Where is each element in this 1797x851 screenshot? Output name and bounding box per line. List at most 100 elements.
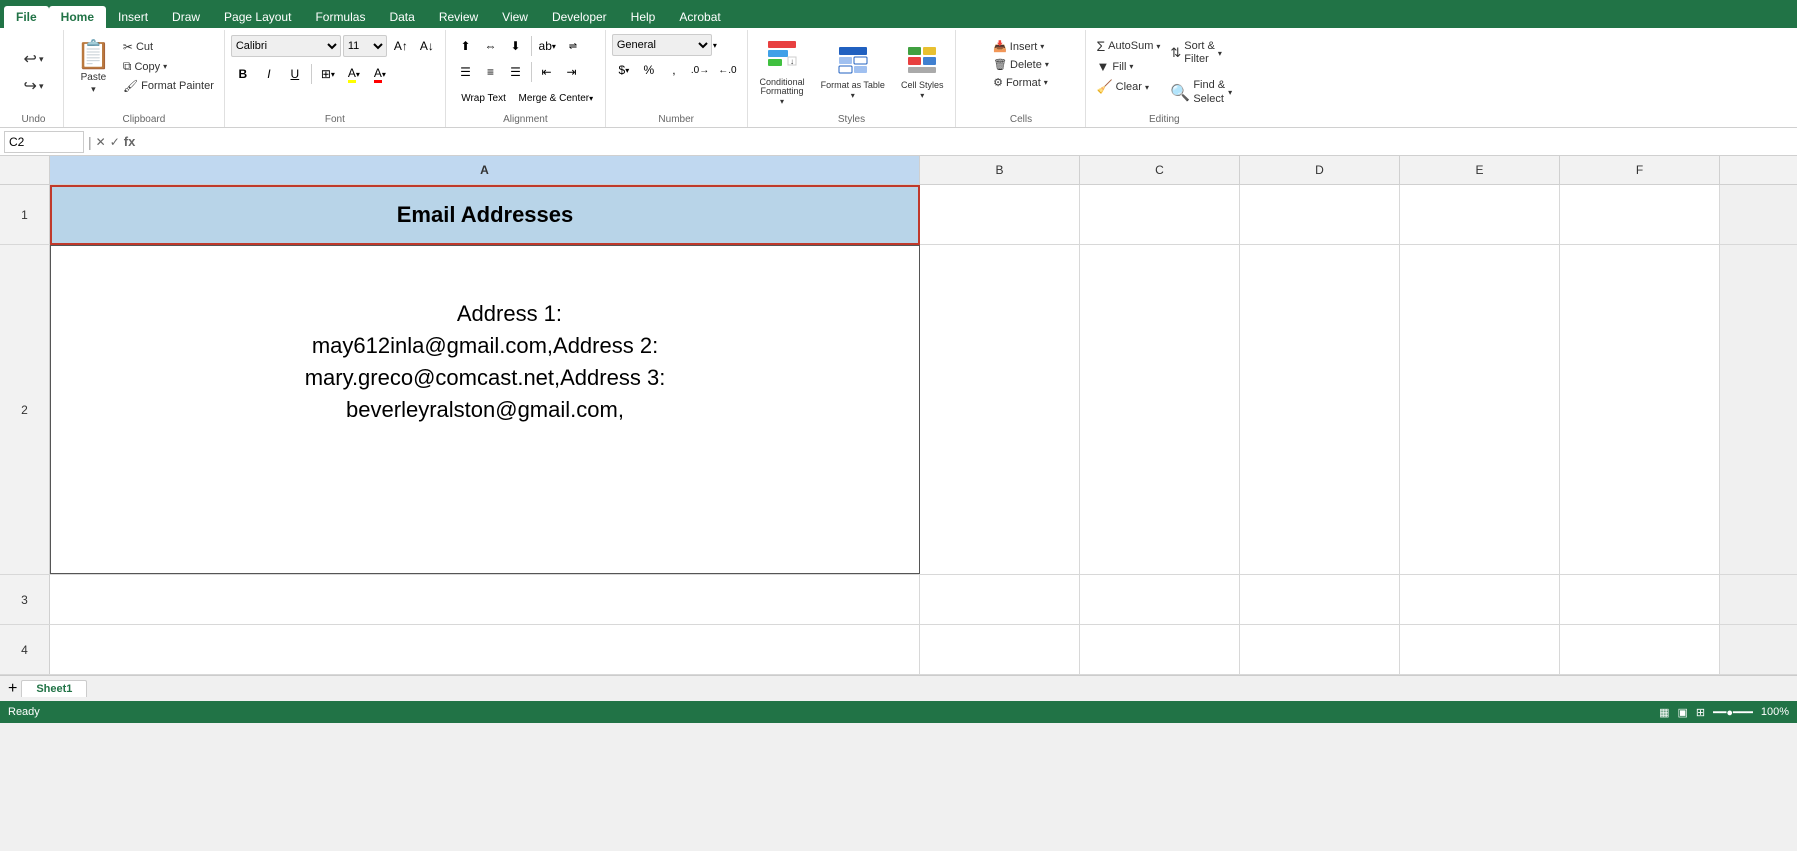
tab-review[interactable]: Review: [427, 6, 490, 28]
cell-b3[interactable]: [920, 575, 1080, 624]
fill-button[interactable]: ▼ Fill ▾: [1092, 57, 1164, 76]
cell-d2[interactable]: [1240, 245, 1400, 574]
insert-function-icon[interactable]: fx: [124, 134, 136, 149]
sheet-tab-1[interactable]: Sheet1: [21, 680, 87, 697]
italic-button[interactable]: I: [257, 62, 281, 86]
dec-dec-button[interactable]: ←.0: [714, 58, 740, 82]
orientation-button[interactable]: ab▾: [535, 34, 560, 58]
cell-c4[interactable]: [1080, 625, 1240, 674]
merge-center-button[interactable]: Merge & Center ▾: [515, 86, 598, 110]
col-header-b[interactable]: B: [920, 156, 1080, 184]
text-direction-button[interactable]: ⇌: [561, 34, 585, 58]
cell-a4[interactable]: [50, 625, 920, 674]
tab-formulas[interactable]: Formulas: [303, 6, 377, 28]
align-center-button[interactable]: ≡: [479, 60, 503, 84]
delete-cells-button[interactable]: 🗑 Delete ▾: [989, 56, 1053, 73]
cell-c3[interactable]: [1080, 575, 1240, 624]
tab-view[interactable]: View: [490, 6, 540, 28]
autosum-button[interactable]: Σ AutoSum ▾: [1092, 36, 1164, 56]
tab-help[interactable]: Help: [619, 6, 668, 28]
zoom-slider[interactable]: ━━●━━━: [1713, 706, 1753, 719]
underline-button[interactable]: U: [283, 62, 307, 86]
decrease-font-button[interactable]: A↓: [415, 34, 439, 58]
cell-d4[interactable]: [1240, 625, 1400, 674]
sort-filter-button[interactable]: ⇅ Sort &Filter ▾: [1166, 38, 1236, 68]
find-select-button[interactable]: 🔍 Find &Select ▾: [1166, 77, 1236, 107]
row-header-2[interactable]: 2: [0, 245, 50, 574]
view-pagebreak-icon[interactable]: ⊞: [1696, 706, 1705, 719]
cell-f1[interactable]: [1560, 185, 1720, 244]
percent-button[interactable]: %: [637, 58, 661, 82]
col-header-d[interactable]: D: [1240, 156, 1400, 184]
tab-data[interactable]: Data: [377, 6, 426, 28]
format-painter-button[interactable]: 🖌 Format Painter: [119, 77, 218, 95]
cell-e2[interactable]: [1400, 245, 1560, 574]
tab-home[interactable]: Home: [49, 6, 106, 28]
cell-f3[interactable]: [1560, 575, 1720, 624]
border-button[interactable]: ⊞▾: [316, 62, 340, 86]
confirm-formula-icon[interactable]: ✓: [110, 135, 120, 149]
undo-button[interactable]: ↩ ▾: [16, 47, 52, 72]
paste-button[interactable]: 📋 Paste ▾: [70, 34, 117, 98]
col-header-f[interactable]: F: [1560, 156, 1720, 184]
tab-file[interactable]: File: [4, 6, 49, 28]
view-normal-icon[interactable]: ▦: [1659, 706, 1669, 719]
add-sheet-button[interactable]: +: [4, 680, 21, 698]
copy-button[interactable]: ⧉ Copy ▾: [119, 57, 218, 76]
cell-e3[interactable]: [1400, 575, 1560, 624]
cell-c1[interactable]: [1080, 185, 1240, 244]
name-box[interactable]: [4, 131, 84, 153]
tab-acrobat[interactable]: Acrobat: [667, 6, 732, 28]
row-header-4[interactable]: 4: [0, 625, 50, 674]
bold-button[interactable]: B: [231, 62, 255, 86]
tab-draw[interactable]: Draw: [160, 6, 212, 28]
formula-input[interactable]: [139, 131, 1793, 153]
clear-button[interactable]: 🧹 Clear ▾: [1092, 77, 1164, 97]
font-color-button[interactable]: A▾: [368, 62, 392, 86]
row-header-1[interactable]: 1: [0, 185, 50, 244]
tab-developer[interactable]: Developer: [540, 6, 619, 28]
corner-cell[interactable]: [0, 156, 50, 184]
cell-d3[interactable]: [1240, 575, 1400, 624]
format-as-table-button[interactable]: Format as Table ▾: [815, 41, 891, 104]
cell-styles-button[interactable]: Cell Styles ▾: [895, 41, 950, 104]
indent-dec-button[interactable]: ⇤: [535, 60, 559, 84]
conditional-formatting-button[interactable]: ↓ ConditionalFormatting ▾: [754, 35, 811, 111]
redo-button[interactable]: ↪ ▾: [16, 74, 52, 99]
font-size-select[interactable]: 11: [343, 35, 387, 57]
align-right-button[interactable]: ☰: [504, 60, 528, 84]
cell-a2[interactable]: Address 1: may612inla@gmail.com,Address …: [50, 245, 920, 574]
cell-b1[interactable]: [920, 185, 1080, 244]
font-name-select[interactable]: Calibri: [231, 35, 341, 57]
col-header-c[interactable]: C: [1080, 156, 1240, 184]
format-cells-button[interactable]: ⚙ Format ▾: [989, 74, 1053, 91]
cell-e4[interactable]: [1400, 625, 1560, 674]
align-bottom-button[interactable]: ⬇: [504, 34, 528, 58]
cell-b2[interactable]: [920, 245, 1080, 574]
wrap-text-button[interactable]: Wrap Text: [454, 86, 514, 110]
currency-button[interactable]: $▾: [612, 58, 636, 82]
cell-a1[interactable]: Email Addresses: [50, 185, 920, 245]
cell-d1[interactable]: [1240, 185, 1400, 244]
col-header-a[interactable]: A: [50, 156, 920, 184]
view-layout-icon[interactable]: ▣: [1677, 706, 1687, 719]
dec-inc-button[interactable]: .0→: [687, 58, 713, 82]
insert-cells-button[interactable]: 📥 Insert ▾: [989, 38, 1053, 55]
fill-color-button[interactable]: A▾: [342, 62, 366, 86]
tab-page-layout[interactable]: Page Layout: [212, 6, 303, 28]
cut-button[interactable]: ✂ Cut: [119, 38, 218, 56]
row-header-3[interactable]: 3: [0, 575, 50, 624]
number-format-select[interactable]: General: [612, 34, 712, 56]
cell-e1[interactable]: [1400, 185, 1560, 244]
cell-b4[interactable]: [920, 625, 1080, 674]
cell-a3[interactable]: [50, 575, 920, 624]
cell-c2[interactable]: [1080, 245, 1240, 574]
indent-inc-button[interactable]: ⇥: [560, 60, 584, 84]
align-left-button[interactable]: ☰: [454, 60, 478, 84]
align-middle-button[interactable]: ⇔: [479, 34, 503, 58]
cancel-formula-icon[interactable]: ✕: [96, 135, 106, 149]
tab-insert[interactable]: Insert: [106, 6, 160, 28]
increase-font-button[interactable]: A↑: [389, 34, 413, 58]
align-top-button[interactable]: ⬆: [454, 34, 478, 58]
comma-button[interactable]: ,: [662, 58, 686, 82]
